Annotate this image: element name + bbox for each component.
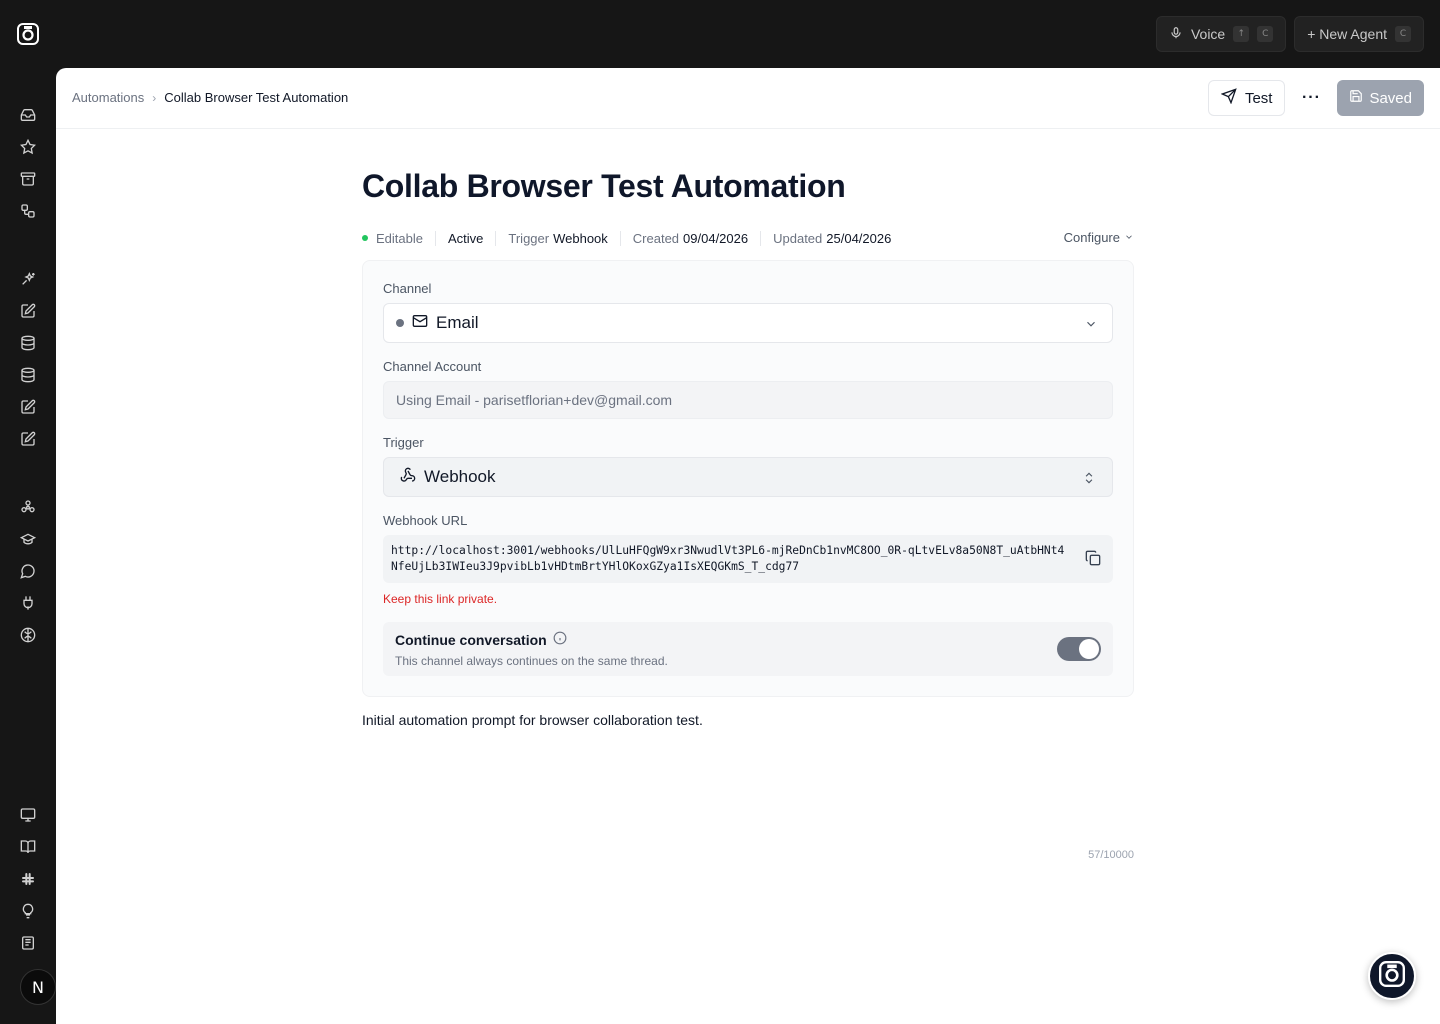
shortcut-key: C: [1395, 26, 1411, 42]
trigger-meta: Trigger Webhook: [495, 230, 619, 246]
app-logo-icon[interactable]: [17, 23, 39, 45]
microphone-icon: [1169, 26, 1183, 43]
continue-conversation-toggle[interactable]: [1057, 637, 1101, 661]
header-actions: Test ··· Saved: [1207, 80, 1424, 116]
webhook-url-value: http://localhost:3001/webhooks/UlLuHFQgW…: [391, 544, 1065, 573]
star-icon[interactable]: [18, 137, 38, 157]
saved-button[interactable]: Saved: [1337, 80, 1424, 116]
trigger-select[interactable]: Webhook: [383, 457, 1113, 497]
chevron-down-icon: [1124, 230, 1134, 245]
editable-label: Editable: [376, 230, 423, 246]
trigger-meta-label: Trigger: [508, 230, 550, 246]
new-agent-button[interactable]: + New Agent C: [1294, 16, 1424, 52]
continue-conversation-label: Continue conversation: [395, 631, 547, 648]
continue-conversation-desc: This channel always continues on the sam…: [395, 654, 668, 668]
archive-icon[interactable]: [18, 169, 38, 189]
main-panel: Automations › Collab Browser Test Automa…: [56, 68, 1440, 1024]
brain-icon[interactable]: [18, 625, 38, 645]
private-link-warning: Keep this link private.: [383, 592, 498, 606]
breadcrumb-current: Collab Browser Test Automation: [164, 90, 349, 105]
trigger-label: Trigger: [383, 435, 424, 450]
created-meta: Created 09/04/2026: [619, 230, 760, 246]
updated-date: 25/04/2026: [826, 230, 892, 246]
info-icon[interactable]: [553, 631, 567, 648]
automation-prompt[interactable]: Initial automation prompt for browser co…: [362, 712, 1134, 728]
channel-account-label: Channel Account: [383, 359, 482, 374]
continue-conversation-row: Continue conversation This channel alway…: [383, 622, 1113, 676]
chevron-down-icon: [1084, 316, 1098, 336]
trigger-value: Webhook: [424, 467, 496, 486]
new-agent-label: + New Agent: [1307, 26, 1387, 42]
sidebar: [0, 68, 56, 1024]
newspaper-icon[interactable]: [18, 933, 38, 953]
updated-label: Updated: [773, 230, 823, 246]
lightbulb-icon[interactable]: [18, 901, 38, 921]
book-icon[interactable]: [18, 837, 38, 857]
database-icon[interactable]: [18, 365, 38, 385]
app-logo-icon: [1379, 960, 1405, 992]
meta-bar: Editable Active Trigger Webhook Created …: [362, 228, 1134, 248]
chat-icon[interactable]: [18, 561, 38, 581]
test-button[interactable]: Test: [1207, 80, 1286, 116]
mail-icon: [412, 313, 428, 334]
copy-icon[interactable]: [1085, 550, 1101, 571]
workflow-icon[interactable]: [18, 201, 38, 221]
updated-meta: Updated 25/04/2026: [760, 230, 903, 246]
shortcut-key: C: [1257, 26, 1274, 42]
breadcrumb-automations[interactable]: Automations: [72, 90, 144, 105]
shortcut-key: ↑: [1233, 26, 1250, 42]
network-icon[interactable]: [18, 497, 38, 517]
automation-content: Collab Browser Test Automation Editable …: [362, 168, 1134, 861]
voice-button[interactable]: Voice ↑ C: [1155, 16, 1287, 52]
channel-value: Email: [436, 313, 479, 332]
channel-status-dot: [396, 319, 404, 327]
edit-icon[interactable]: [18, 397, 38, 417]
created-label: Created: [632, 230, 680, 246]
send-icon: [1220, 88, 1237, 108]
continue-conversation-title: Continue conversation: [395, 631, 1101, 648]
monitor-icon[interactable]: [18, 805, 38, 825]
graduation-icon[interactable]: [18, 529, 38, 549]
breadcrumb: Automations › Collab Browser Test Automa…: [72, 90, 348, 105]
test-label: Test: [1244, 89, 1273, 107]
slack-icon[interactable]: [18, 869, 38, 889]
assistant-launcher-button[interactable]: [1368, 952, 1416, 1000]
topbar-actions: Voice ↑ C + New Agent C: [1155, 16, 1424, 52]
trigger-meta-value: Webhook: [553, 230, 608, 246]
channel-select[interactable]: Email: [383, 303, 1113, 343]
status-badge: Active: [447, 230, 484, 246]
webhook-icon: [400, 467, 416, 488]
chevrons-up-down-icon: [1082, 470, 1096, 490]
plug-icon[interactable]: [18, 593, 38, 613]
edit-icon[interactable]: [18, 301, 38, 321]
page-title[interactable]: Collab Browser Test Automation: [362, 168, 1134, 205]
database-icon[interactable]: [18, 333, 38, 353]
chevron-right-icon: ›: [152, 90, 157, 105]
configure-dropdown[interactable]: Configure: [1064, 230, 1134, 245]
editable-status: Editable: [362, 231, 435, 246]
webhook-url-field[interactable]: http://localhost:3001/webhooks/UlLuHFQgW…: [383, 535, 1113, 583]
status-dot: [362, 235, 368, 241]
page-header: Automations › Collab Browser Test Automa…: [56, 68, 1440, 129]
character-counter: 57/10000: [1088, 849, 1134, 861]
saved-label: Saved: [1369, 89, 1412, 107]
save-icon: [1349, 89, 1363, 107]
edit-icon[interactable]: [18, 429, 38, 449]
voice-label: Voice: [1190, 26, 1226, 42]
more-options-button[interactable]: ···: [1293, 80, 1329, 116]
channel-label: Channel: [383, 281, 432, 296]
configure-label: Configure: [1063, 230, 1120, 245]
inbox-icon[interactable]: [18, 105, 38, 125]
toggle-knob: [1079, 639, 1099, 659]
webhook-url-label: Webhook URL: [383, 513, 468, 528]
user-avatar[interactable]: N: [20, 969, 56, 1005]
sparkles-icon[interactable]: [18, 269, 38, 289]
created-date: 09/04/2026: [683, 230, 749, 246]
channel-account-field: Using Email - parisetflorian+dev@gmail.c…: [383, 381, 1113, 419]
active-status[interactable]: Active: [434, 230, 495, 246]
settings-card: Channel Email Channel Account Using Emai…: [362, 260, 1134, 697]
